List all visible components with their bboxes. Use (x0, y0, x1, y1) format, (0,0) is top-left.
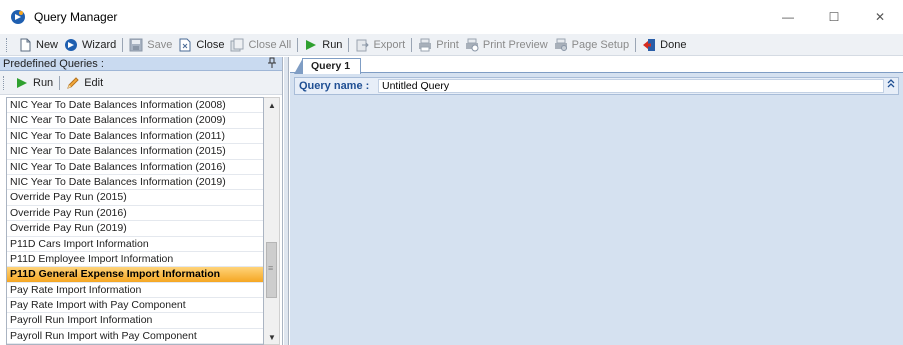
page-setup-button[interactable]: Page Setup (551, 35, 633, 55)
list-item[interactable]: Payroll Run Import Information (7, 313, 263, 329)
new-label: New (36, 38, 59, 51)
list-item[interactable]: Pay Rate Import with Pay Component (7, 298, 263, 314)
list-item[interactable]: P11D Employee Import Information (7, 252, 263, 268)
list-item[interactable]: NIC Year To Date Balances Information (2… (7, 175, 263, 191)
main-toolbar: New Wizard Save Close Close All Run Expo… (0, 34, 903, 56)
done-label: Done (660, 38, 687, 51)
edit-pencil-icon (67, 76, 79, 89)
run-icon (306, 39, 317, 50)
list-item[interactable]: Override Pay Run (2016) (7, 206, 263, 222)
done-button[interactable]: Done (639, 35, 689, 55)
query-name-label: Query name : (299, 80, 370, 92)
close-all-icon (230, 38, 244, 51)
done-exit-icon (643, 38, 656, 51)
save-button[interactable]: Save (126, 35, 175, 55)
close-label: Close (196, 38, 225, 51)
list-item[interactable]: NIC Year To Date Balances Information (2… (7, 160, 263, 175)
toolbar-separator (59, 75, 61, 90)
wizard-icon (65, 38, 78, 51)
panel-title: Predefined Queries : (3, 57, 104, 70)
run-icon (17, 77, 27, 88)
export-icon (356, 39, 370, 51)
predefined-run-label: Run (33, 76, 54, 89)
close-button[interactable]: Close (175, 35, 227, 55)
maximize-button[interactable]: ☐ (811, 0, 857, 34)
predefined-edit-button[interactable]: Edit (63, 73, 106, 93)
list-item[interactable]: NIC Year To Date Balances Information (2… (7, 144, 263, 160)
window-title: Query Manager (34, 10, 118, 24)
print-preview-label: Print Preview (482, 38, 548, 51)
tab-query-1[interactable]: Query 1 (293, 58, 362, 74)
print-icon (419, 38, 432, 51)
toolbar-separator (297, 37, 299, 52)
print-preview-icon (465, 38, 479, 51)
tab-label: Query 1 (311, 60, 351, 72)
page-setup-label: Page Setup (571, 38, 630, 51)
print-label: Print (436, 38, 459, 51)
close-all-label: Close All (248, 38, 292, 51)
page-setup-icon (554, 38, 567, 51)
predefined-queries-toolbar: Run Edit (0, 71, 282, 95)
title-bar: Query Manager — ☐ ✕ (0, 0, 903, 34)
close-document-icon (179, 38, 191, 51)
toolbar-separator (122, 37, 124, 52)
predefined-edit-label: Edit (84, 76, 104, 89)
save-icon (129, 38, 143, 51)
toolbar-grip[interactable] (6, 37, 9, 52)
export-label: Export (373, 38, 406, 51)
toolbar-grip[interactable] (3, 75, 6, 90)
list-item[interactable]: NIC Year To Date Balances Information (2… (7, 113, 263, 129)
app-logo-icon (11, 10, 25, 24)
print-preview-button[interactable]: Print Preview (462, 35, 551, 55)
predefined-queries-list[interactable]: NIC Year To Date Balances Information (2… (6, 97, 264, 345)
pin-icon[interactable] (268, 57, 276, 72)
new-button[interactable]: New (15, 35, 61, 55)
predefined-queries-header: Predefined Queries : (0, 57, 282, 71)
close-window-button[interactable]: ✕ (857, 0, 903, 34)
list-item[interactable]: P11D Cars Import Information (7, 237, 263, 252)
query-name-bar: Query name : (294, 77, 899, 95)
toolbar-separator (635, 37, 637, 52)
list-item[interactable]: Override Pay Run (2019) (7, 221, 263, 237)
list-item[interactable]: Pay Rate Import Information (7, 283, 263, 299)
list-scrollbar[interactable]: ▲ ▼ (264, 97, 280, 345)
toolbar-separator (411, 37, 413, 52)
run-label: Run (322, 38, 343, 51)
predefined-run-button[interactable]: Run (12, 73, 56, 93)
list-item[interactable]: Payroll Run Import with Pay Component (7, 329, 263, 344)
scroll-up-arrow-icon[interactable]: ▲ (264, 98, 280, 112)
print-button[interactable]: Print (415, 35, 462, 55)
list-item-selected[interactable]: P11D General Expense Import Information (7, 267, 263, 283)
list-item[interactable]: NIC Year To Date Balances Information (2… (7, 129, 263, 145)
minimize-button[interactable]: — (765, 0, 811, 34)
document-tabstrip: Query 1 (290, 57, 903, 74)
collapse-chevron-icon[interactable] (887, 78, 895, 91)
list-item[interactable]: Override Pay Run (2015) (7, 190, 263, 206)
query-editor-area: Query 1 Query name : (290, 57, 903, 345)
close-all-button[interactable]: Close All (227, 35, 294, 55)
predefined-queries-panel: Predefined Queries : Run Edit NIC Year T… (0, 57, 283, 345)
run-button[interactable]: Run (301, 35, 345, 55)
wizard-button[interactable]: Wizard (61, 35, 119, 55)
scroll-down-arrow-icon[interactable]: ▼ (264, 330, 280, 344)
scrollbar-thumb[interactable] (266, 242, 277, 298)
save-label: Save (147, 38, 173, 51)
list-item[interactable]: NIC Year To Date Balances Information (2… (7, 98, 263, 114)
panel-splitter[interactable] (284, 57, 289, 345)
query-name-input[interactable] (378, 79, 884, 93)
toolbar-separator (348, 37, 350, 52)
new-document-icon (20, 38, 31, 51)
export-button[interactable]: Export (352, 35, 408, 55)
wizard-label: Wizard (82, 38, 117, 51)
